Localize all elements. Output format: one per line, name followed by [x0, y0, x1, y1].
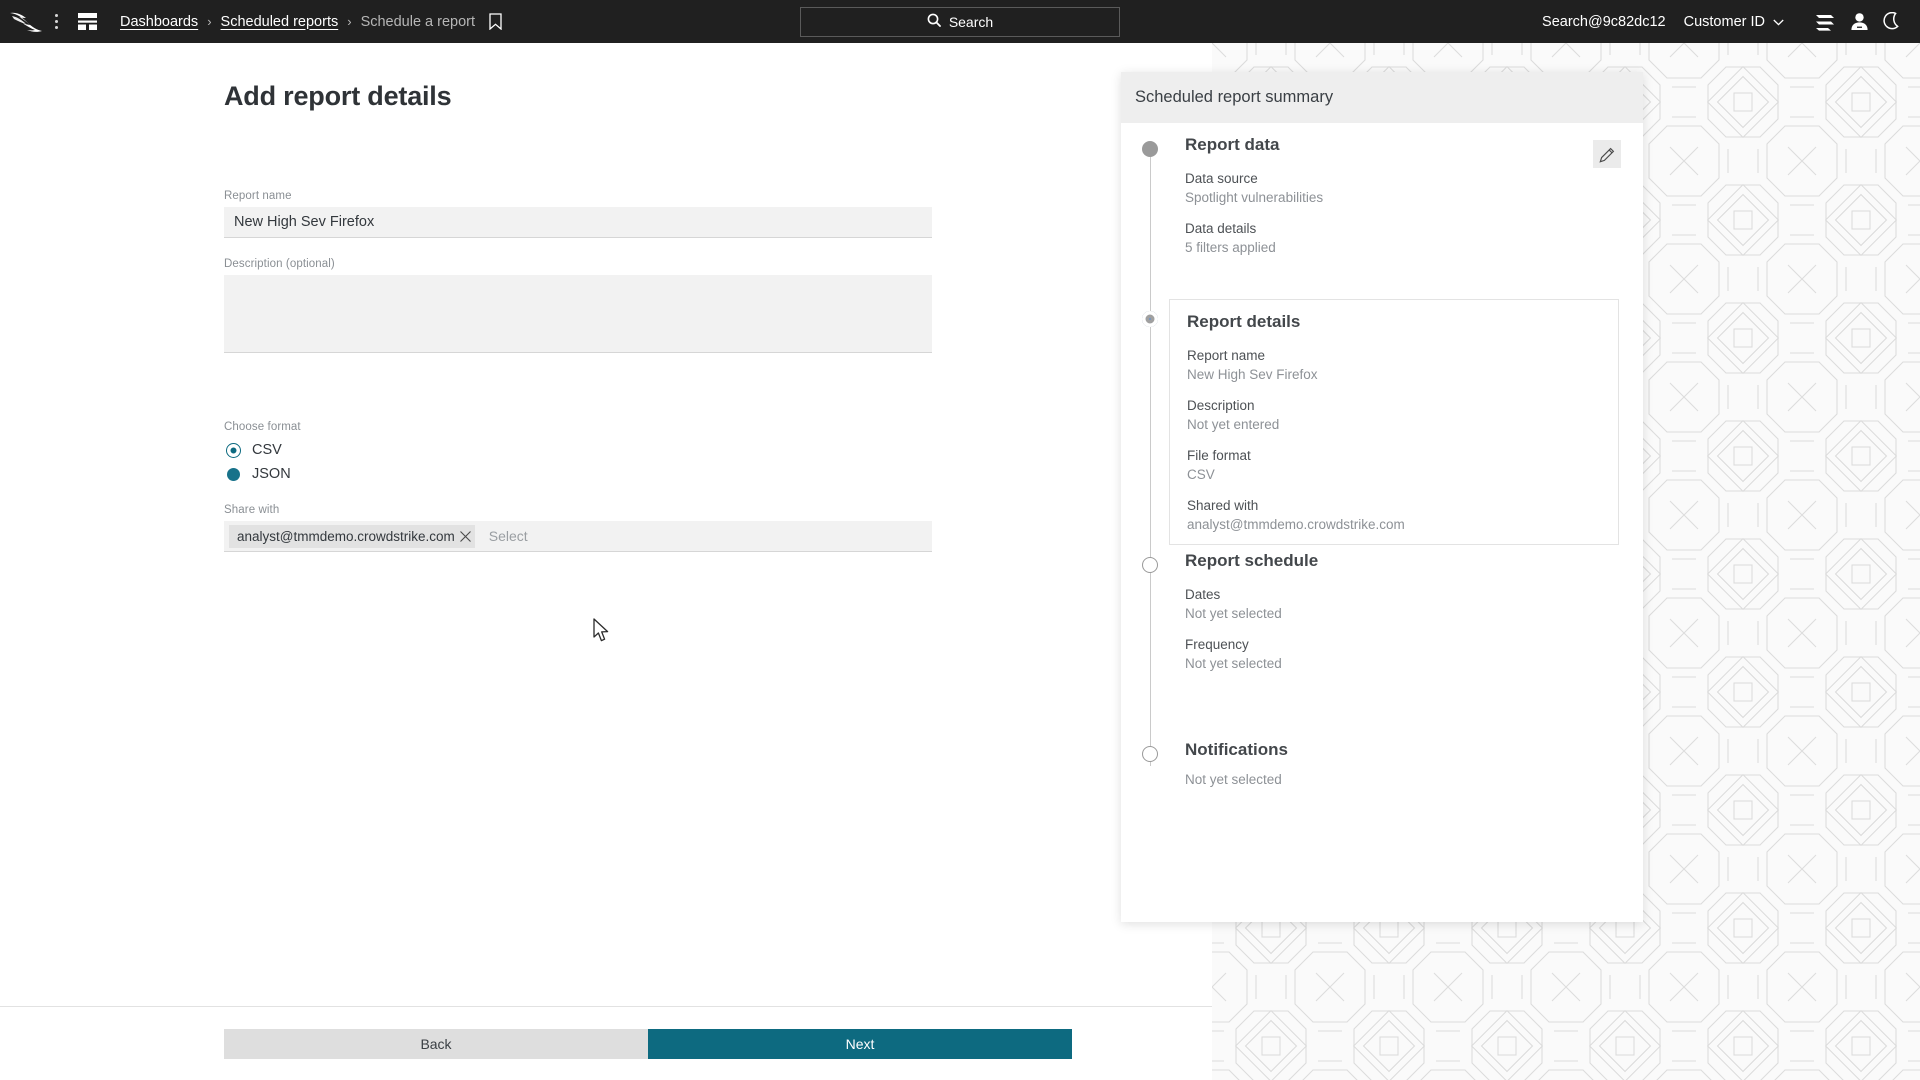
kv-label: Description — [1187, 398, 1255, 413]
scheduled-report-summary-panel: Scheduled report summary Report data Dat… — [1121, 72, 1643, 922]
kv-value: Not yet entered — [1187, 417, 1280, 432]
kebab-menu-icon[interactable] — [44, 7, 68, 37]
kv-label: File format — [1187, 448, 1251, 463]
dark-mode-moon-icon[interactable] — [1876, 5, 1910, 39]
kv-value: analyst@tmmdemo.crowdstrike.com — [1187, 517, 1405, 532]
recipient-token-label: analyst@tmmdemo.crowdstrike.com — [237, 528, 455, 544]
radio-option-json[interactable]: JSON — [224, 462, 301, 486]
radio-option-csv[interactable]: CSV — [224, 438, 301, 462]
share-with-label: Share with — [224, 504, 280, 516]
kv-value: CSV — [1187, 467, 1215, 482]
page-title: Add report details — [224, 81, 452, 111]
share-with-token-input[interactable]: analyst@tmmdemo.crowdstrike.com Select — [224, 521, 932, 552]
kv-label: Report name — [1187, 348, 1266, 363]
description-textarea[interactable] — [224, 275, 932, 353]
back-button[interactable]: Back — [224, 1029, 648, 1059]
kv-value: New High Sev Firefox — [1187, 367, 1318, 382]
breadcrumb-item-current: Schedule a report — [360, 13, 476, 30]
search-placeholder-label: Search — [948, 14, 994, 30]
step-marker-done — [1142, 141, 1158, 157]
step-marker-todo — [1142, 557, 1158, 573]
summary-step-notifications[interactable]: Notifications Not yet selected — [1121, 740, 1643, 787]
form-footer-bar: Back Next — [0, 1006, 1212, 1080]
step-marker-todo — [1142, 746, 1158, 762]
close-x-icon-svg — [459, 530, 471, 542]
radio-csv-label: CSV — [252, 442, 282, 458]
step-title: Report data — [1185, 135, 1280, 154]
layers-icon[interactable] — [1808, 5, 1842, 39]
summary-panel-header: Scheduled report summary — [1121, 72, 1643, 123]
breadcrumb-separator: › — [207, 14, 212, 29]
bookmark-icon[interactable] — [489, 13, 502, 30]
kv-value: 5 filters applied — [1185, 240, 1276, 255]
field-description: Description (optional) — [224, 258, 932, 358]
step-title: Notifications — [1185, 740, 1288, 759]
mouse-pointer-arrow — [593, 618, 611, 649]
summary-step-report-details-card[interactable]: Report details Report name New High Sev … — [1169, 299, 1619, 545]
cursor-icon-svg — [593, 618, 609, 642]
kv-value: Spotlight vulnerabilities — [1185, 190, 1324, 205]
search-input[interactable]: Search — [800, 7, 1120, 37]
share-with-placeholder: Select — [488, 528, 528, 544]
falcon-logo-icon — [10, 12, 42, 32]
recipient-token: analyst@tmmdemo.crowdstrike.com — [229, 524, 475, 548]
step-marker-active — [1142, 311, 1158, 327]
choose-format-label: Choose format — [224, 421, 301, 433]
kv-label: Frequency — [1185, 637, 1249, 652]
field-choose-format: Choose format CSV JSON — [224, 421, 301, 486]
grid-icon-svg — [77, 13, 97, 30]
dashboard-grid-icon[interactable] — [72, 7, 102, 37]
breadcrumb-item-dashboards[interactable]: Dashboards — [120, 14, 198, 30]
breadcrumb-item-scheduled-reports[interactable]: Scheduled reports — [221, 14, 339, 30]
top-navigation-bar: Dashboards › Scheduled reports › Schedul… — [0, 0, 1920, 43]
report-name-input[interactable] — [224, 207, 932, 238]
step-title: Report details — [1187, 312, 1301, 331]
kv-value: Not yet selected — [1185, 606, 1282, 621]
breadcrumb: Dashboards › Scheduled reports › Schedul… — [120, 13, 502, 30]
account-name-label[interactable]: Search@9c82dc12 — [1542, 14, 1666, 30]
crowdstrike-falcon-logo[interactable] — [8, 9, 44, 35]
user-icon[interactable] — [1842, 5, 1876, 39]
search-icon-svg — [927, 13, 941, 27]
kv-label: Data details — [1185, 221, 1257, 236]
customer-id-label: Customer ID — [1683, 13, 1765, 30]
kv-value: Not yet selected — [1185, 772, 1282, 787]
radio-json-label: JSON — [252, 466, 291, 482]
topbar-right-cluster: Search@9c82dc12 Customer ID — [1542, 0, 1910, 43]
chevron-down-icon — [1773, 14, 1784, 30]
moon-icon-svg — [1883, 11, 1899, 29]
summary-panel-body: Report data Data source Spotlight vulner… — [1121, 123, 1643, 787]
layers-icon-svg — [1816, 14, 1834, 31]
kv-label: Shared with — [1187, 498, 1259, 513]
breadcrumb-separator: › — [347, 14, 352, 29]
kv-value: Not yet selected — [1185, 656, 1282, 671]
bookmark-icon-svg — [489, 13, 502, 30]
chevron-down-icon-svg — [1773, 19, 1784, 26]
customer-id-selector[interactable]: Customer ID — [1684, 14, 1784, 30]
close-x-icon[interactable] — [459, 530, 472, 543]
summary-step-report-schedule[interactable]: Report schedule Dates Not yet selected F… — [1121, 551, 1643, 671]
kv-label: Data source — [1185, 171, 1258, 186]
user-icon-svg — [1850, 13, 1868, 30]
search-icon — [927, 13, 941, 32]
next-button[interactable]: Next — [648, 1029, 1072, 1059]
report-details-form-area: Add report details Report name Descripti… — [0, 43, 1212, 1006]
summary-step-report-data[interactable]: Report data Data source Spotlight vulner… — [1121, 135, 1643, 255]
field-share-with: Share with analyst@tmmdemo.crowdstrike.c… — [224, 504, 932, 552]
report-name-label: Report name — [224, 190, 292, 202]
radio-json-mark — [227, 467, 240, 481]
radio-csv-mark — [227, 443, 240, 457]
description-label: Description (optional) — [224, 258, 335, 270]
step-title: Report schedule — [1185, 551, 1319, 570]
field-report-name: Report name — [224, 190, 932, 238]
kv-label: Dates — [1185, 587, 1221, 602]
